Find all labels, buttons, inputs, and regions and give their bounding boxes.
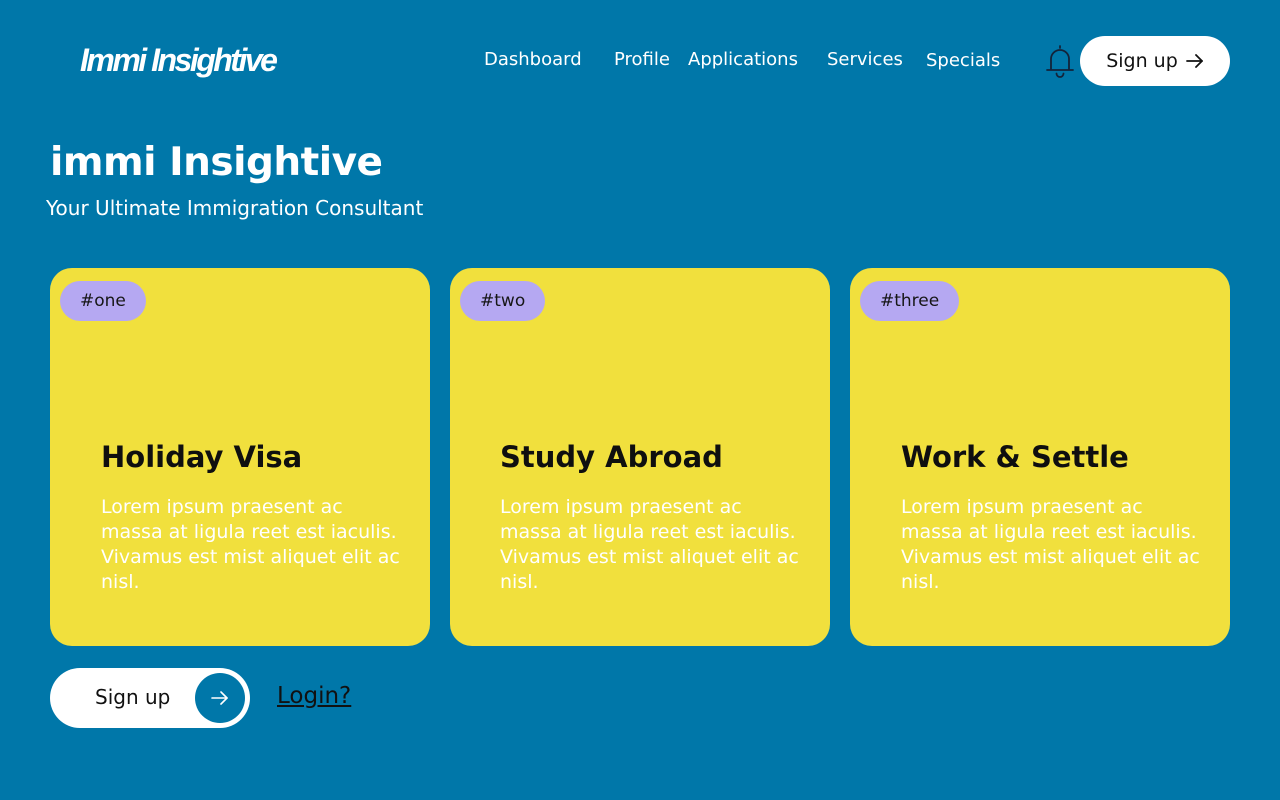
signup-label: Sign up bbox=[95, 685, 171, 709]
nav-dashboard[interactable]: Dashboard bbox=[484, 49, 582, 70]
signup-button[interactable]: Sign up bbox=[50, 668, 250, 728]
card-title: Holiday Visa bbox=[101, 440, 303, 474]
signup-label: Sign up bbox=[1106, 50, 1178, 72]
arrow-right-icon bbox=[1185, 54, 1204, 68]
signup-button-header[interactable]: Sign up bbox=[1080, 36, 1230, 86]
card-study-abroad[interactable]: #two Study Abroad Lorem ipsum praesent a… bbox=[450, 268, 830, 646]
card-description: Lorem ipsum praesent ac massa at ligula … bbox=[901, 496, 1200, 593]
nav-specials[interactable]: Specials bbox=[926, 50, 1000, 71]
nav-applications[interactable]: Applications bbox=[688, 49, 798, 70]
nav-services[interactable]: Services bbox=[827, 49, 903, 70]
hero-subtitle: Your Ultimate Immigration Consultant bbox=[46, 196, 424, 220]
hero-title: immi Insightive bbox=[50, 140, 383, 185]
card-work-settle[interactable]: #three Work & Settle Lorem ipsum praesen… bbox=[850, 268, 1230, 646]
card-description: Lorem ipsum praesent ac massa at ligula … bbox=[101, 496, 400, 593]
arrow-right-icon bbox=[195, 673, 245, 723]
card-tag: #three bbox=[860, 281, 960, 321]
card-tag: #one bbox=[60, 281, 146, 321]
card-description: Lorem ipsum praesent ac massa at ligula … bbox=[500, 496, 799, 593]
bell-icon[interactable] bbox=[1043, 43, 1077, 79]
card-title: Study Abroad bbox=[500, 440, 723, 474]
card-holiday-visa[interactable]: #one Holiday Visa Lorem ipsum praesent a… bbox=[50, 268, 430, 646]
nav-profile[interactable]: Profile bbox=[614, 49, 670, 70]
card-tag: #two bbox=[460, 281, 546, 321]
card-title: Work & Settle bbox=[901, 440, 1129, 474]
logo[interactable]: Immi Insightive bbox=[80, 42, 278, 79]
login-link[interactable]: Login? bbox=[277, 683, 351, 709]
